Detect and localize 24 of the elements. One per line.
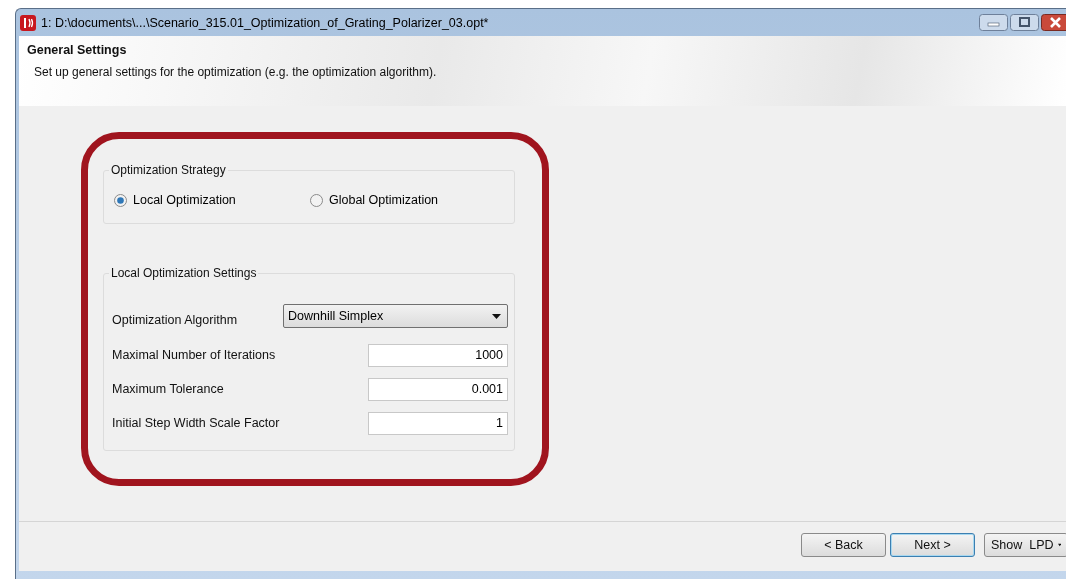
field-label: Maximal Number of Iterations [112, 348, 276, 362]
input-field[interactable]: 1000 [368, 343, 508, 367]
field-label: Initial Step Width Scale Factor [112, 416, 280, 430]
caret-icon [1057, 542, 1061, 547]
algorithm-dropdown[interactable]: Downhill Simplex [283, 304, 508, 328]
dropdown-arrow-icon [492, 313, 501, 319]
input-field[interactable]: 1 [368, 411, 508, 435]
radio-option[interactable]: Global Optimization [308, 193, 504, 207]
minimize-button[interactable] [979, 14, 1008, 31]
radio-option[interactable]: Local Optimization [112, 193, 308, 207]
page-heading: General Settings [27, 43, 128, 57]
menu-button[interactable]: Show LPD [984, 532, 1066, 557]
app-logo-icon [20, 14, 36, 31]
page-description: Set up general settings for the optimization (e.g. the optimization algorithm). [34, 65, 438, 79]
nav-button[interactable]: < Back [801, 532, 886, 557]
group-label: Local Optimization Settings [110, 266, 258, 280]
maximize-button[interactable] [1010, 14, 1039, 31]
close-button[interactable] [1041, 14, 1066, 31]
nav-button[interactable]: Next > [890, 532, 975, 557]
input-field[interactable]: 0.001 [368, 377, 508, 401]
field-label: Maximum Tolerance [112, 382, 224, 396]
field-label: Optimization Algorithm [112, 313, 238, 327]
window-title: 1: D:\documents\...\Scenario_315.01_Optimization_of_Grating_Polarizer_03.opt* [41, 15, 490, 30]
group-label: Optimization Strategy [110, 163, 227, 177]
